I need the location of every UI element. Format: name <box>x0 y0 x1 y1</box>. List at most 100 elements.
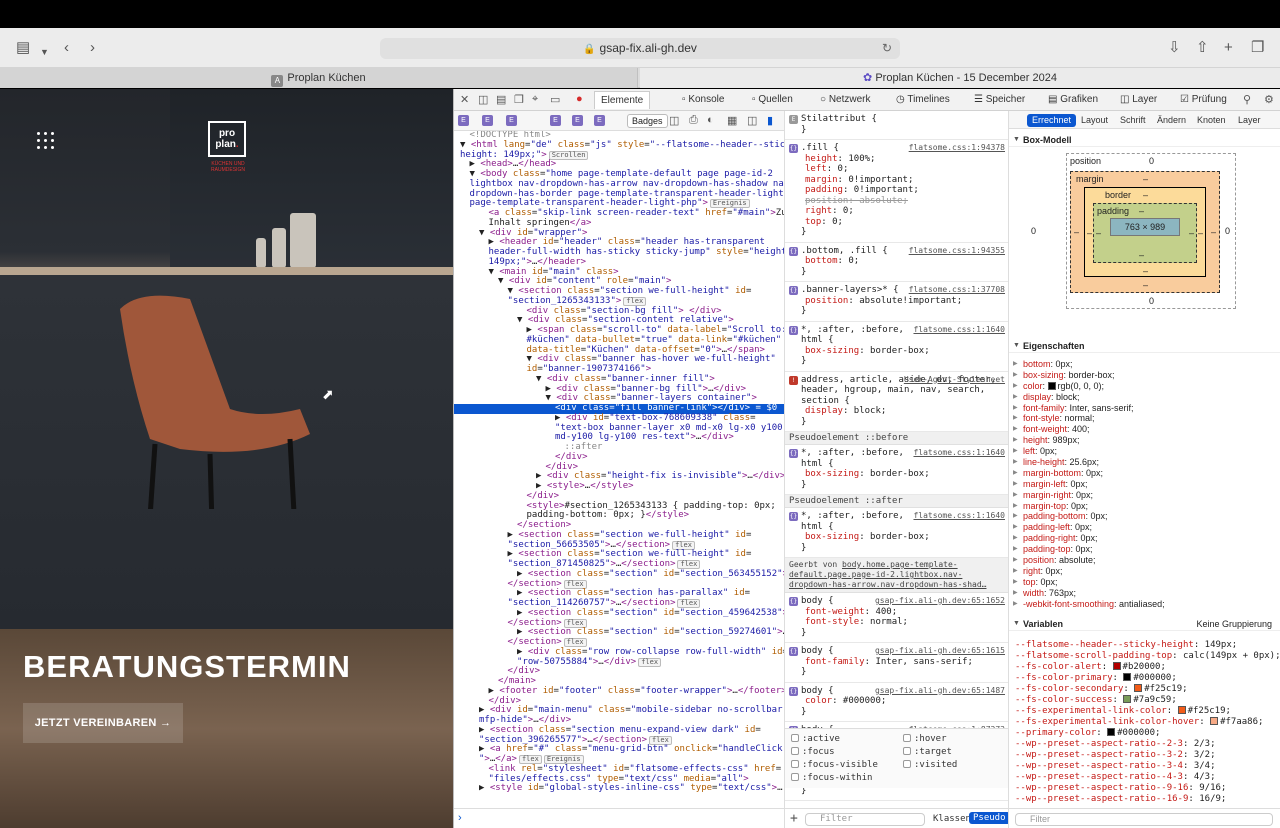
console-prompt[interactable]: › <box>454 808 784 828</box>
css-variable[interactable]: --fs-color-secondary: #f25c19; <box>1009 684 1280 695</box>
print-icon[interactable]: ⎙ <box>689 114 698 127</box>
tab-netzwerk[interactable]: ○ Netzwerk <box>820 91 871 109</box>
sidebar-toggle-icon[interactable]: ▤ <box>16 39 30 57</box>
dom-node[interactable]: "row-50755884">…</div> flex <box>454 657 784 668</box>
computed-property[interactable]: line-height: 25.6px; <box>1009 457 1280 468</box>
pseudo-state-checkbox[interactable]: :focus <box>791 747 835 757</box>
box-model-header[interactable]: Box-Modell <box>1009 133 1280 147</box>
site-logo[interactable]: pro plan. <box>208 121 246 157</box>
css-variable[interactable]: --fs-experimental-link-color: #f25c19; <box>1009 706 1280 717</box>
layout-icon[interactable]: ◫ <box>669 114 679 127</box>
element-icon[interactable]: E <box>506 115 517 126</box>
dom-node[interactable]: padding-bottom: 0px; }</style> <box>454 510 784 521</box>
css-variable[interactable]: --fs-color-success: #7a9c59; <box>1009 695 1280 706</box>
new-tab-icon[interactable]: + <box>1224 39 1233 57</box>
pseudo-state-checkbox[interactable]: :target <box>903 747 952 757</box>
computed-property[interactable]: margin-left: 0px; <box>1009 479 1280 490</box>
sidebar-toggle-icon[interactable]: ▮ <box>767 114 773 127</box>
css-variable[interactable]: --wp--preset--aspect-ratio--9-16: 9/16; <box>1009 783 1280 794</box>
badges-button[interactable]: Badges <box>627 114 668 128</box>
download-icon[interactable]: ⇩ <box>1168 39 1181 57</box>
computed-property[interactable]: right: 0px; <box>1009 566 1280 577</box>
variables-header[interactable]: VariablenKeine Gruppierung <box>1009 617 1280 631</box>
dom-tree[interactable]: <!DOCTYPE html> ▼ <html lang="de" class="… <box>454 131 784 808</box>
tab-errechnet[interactable]: Errechnet <box>1027 114 1077 127</box>
css-rule[interactable]: {} flatsome.css:1:94355 .bottom, .fill {bo… <box>785 243 1008 282</box>
computed-property[interactable]: font-family: Inter, sans-serif; <box>1009 403 1280 414</box>
css-rule[interactable]: {} flatsome.css:1:94378 .fill {height: 100… <box>785 140 1008 243</box>
css-rule[interactable]: {} gsap-fix.ali-gh.dev:65:1487 body {color… <box>785 683 1008 722</box>
grid-icon[interactable]: ▦ <box>727 114 737 127</box>
computed-property[interactable]: display: block; <box>1009 392 1280 403</box>
computed-property[interactable]: margin-bottom: 0px; <box>1009 468 1280 479</box>
css-variable[interactable]: --wp--preset--aspect-ratio--16-9: 16/9; <box>1009 794 1280 805</box>
css-rule[interactable]: {} gsap-fix.ali-gh.dev:65:1615 body {font-… <box>785 643 1008 683</box>
css-variable[interactable]: --wp--preset--aspect-ratio--2-3: 2/3; <box>1009 739 1280 750</box>
computed-property[interactable]: padding-right: 0px; <box>1009 533 1280 544</box>
gear-icon[interactable]: ⚙ <box>1264 93 1274 106</box>
computed-property[interactable]: padding-left: 0px; <box>1009 522 1280 533</box>
dock-left-icon[interactable]: ◫ <box>478 93 488 106</box>
element-icon[interactable]: E <box>458 115 469 126</box>
tab-devtools[interactable]: ✿ Proplan Küchen - 15 December 2024 <box>640 68 1280 88</box>
css-variable[interactable]: --wp--preset--aspect-ratio--4-3: 4/3; <box>1009 772 1280 783</box>
properties-header[interactable]: Eigenschaften <box>1009 339 1280 353</box>
error-icon[interactable]: ● <box>576 93 583 105</box>
forward-icon[interactable]: › <box>90 39 95 57</box>
add-rule-icon[interactable]: + <box>790 811 798 826</box>
back-icon[interactable]: ‹ <box>64 39 69 57</box>
contrast-icon[interactable]: ◐ <box>707 114 714 126</box>
computed-property[interactable]: color: rgb(0, 0, 0); <box>1009 381 1280 392</box>
tab-overview-icon[interactable]: ❐ <box>1251 39 1264 57</box>
tab-layer[interactable]: Layer <box>1238 114 1261 127</box>
close-icon[interactable]: ✕ <box>460 93 469 106</box>
dom-node[interactable]: ▶ <section class="section" id="section_4… <box>454 608 784 619</box>
pseudo-state-checkbox[interactable]: :hover <box>903 734 947 744</box>
tab-elemente[interactable]: Elemente <box>594 91 651 109</box>
classes-toggle[interactable]: Klassen <box>933 814 971 824</box>
css-rule[interactable]: ! User-Agent-Stylesheet address, article, … <box>785 372 1008 432</box>
grouping-select[interactable]: Keine Gruppierung <box>1196 617 1272 631</box>
reload-icon[interactable]: ↻ <box>882 38 892 59</box>
css-variable[interactable]: --flatsome-scroll-padding-top: calc(149p… <box>1009 651 1280 662</box>
css-variable[interactable]: --primary-color: #000000; <box>1009 728 1280 739</box>
element-icon[interactable]: E <box>482 115 493 126</box>
computed-property[interactable]: box-sizing: border-box; <box>1009 370 1280 381</box>
computed-property[interactable]: position: absolute; <box>1009 555 1280 566</box>
tab-proplan[interactable]: A Proplan Küchen <box>0 68 638 88</box>
tab-grafiken[interactable]: ▤ Grafiken <box>1048 91 1098 109</box>
css-rule[interactable]: {} flatsome.css:1:1640 *, :after, :before,… <box>785 322 1008 372</box>
tab-layout[interactable]: Layout <box>1081 114 1108 127</box>
website-viewport[interactable]: pro plan. KÜCHEN UND RAUMDESIGN BERATUNGS… <box>0 89 453 828</box>
css-rule[interactable]: {} flatsome.css:1:1640 *, :after, :before,… <box>785 445 1008 495</box>
computed-property[interactable]: top: 0px; <box>1009 577 1280 588</box>
tab-layer[interactable]: ◫ Layer <box>1120 91 1157 109</box>
pseudo-state-checkbox[interactable]: :focus-visible <box>791 760 878 770</box>
cta-button[interactable]: JETZT VEREINBAREN → <box>23 703 183 743</box>
element-icon[interactable]: E <box>572 115 583 126</box>
dom-node[interactable]: ::after <box>454 442 784 453</box>
computed-property[interactable]: left: 0px; <box>1009 446 1280 457</box>
dom-node[interactable]: ▶ <style id="global-styles-inline-css" t… <box>454 783 784 794</box>
css-variable[interactable]: --flatsome--header--sticky-height: 149px… <box>1009 640 1280 651</box>
tab-knoten[interactable]: Knoten <box>1197 114 1226 127</box>
tab-quellen[interactable]: ▫ Quellen <box>752 91 793 109</box>
tab-aendern[interactable]: Ändern <box>1157 114 1186 127</box>
style-attribute-rule[interactable]: E Stilattribut {} <box>785 111 1008 140</box>
dom-node[interactable]: ▶ <section class="section" id="section_5… <box>454 569 784 580</box>
tab-timelines[interactable]: ◷ Timelines <box>896 91 950 109</box>
dock-bottom-icon[interactable]: ▤ <box>496 93 506 106</box>
element-icon[interactable]: E <box>594 115 605 126</box>
dock-window-icon[interactable]: ❐ <box>514 93 524 106</box>
tab-schrift[interactable]: Schrift <box>1120 114 1146 127</box>
compositing-icon[interactable]: ◫ <box>747 114 757 127</box>
pseudo-state-checkbox[interactable]: :focus-within <box>791 773 872 783</box>
pseudo-state-checkbox[interactable]: :visited <box>903 760 957 770</box>
css-variable[interactable]: --wp--preset--aspect-ratio--3-2: 3/2; <box>1009 750 1280 761</box>
dom-node[interactable]: md-y100 lg-y100 res-text">…</div> <box>454 432 784 443</box>
tab-konsole[interactable]: ▫ Konsole <box>682 91 724 109</box>
element-picker-icon[interactable]: ⌖ <box>532 93 538 106</box>
dom-node[interactable]: ▶ <section class="section" id="section_5… <box>454 627 784 638</box>
computed-property[interactable]: font-weight: 400; <box>1009 424 1280 435</box>
computed-property[interactable]: padding-bottom: 0px; <box>1009 511 1280 522</box>
